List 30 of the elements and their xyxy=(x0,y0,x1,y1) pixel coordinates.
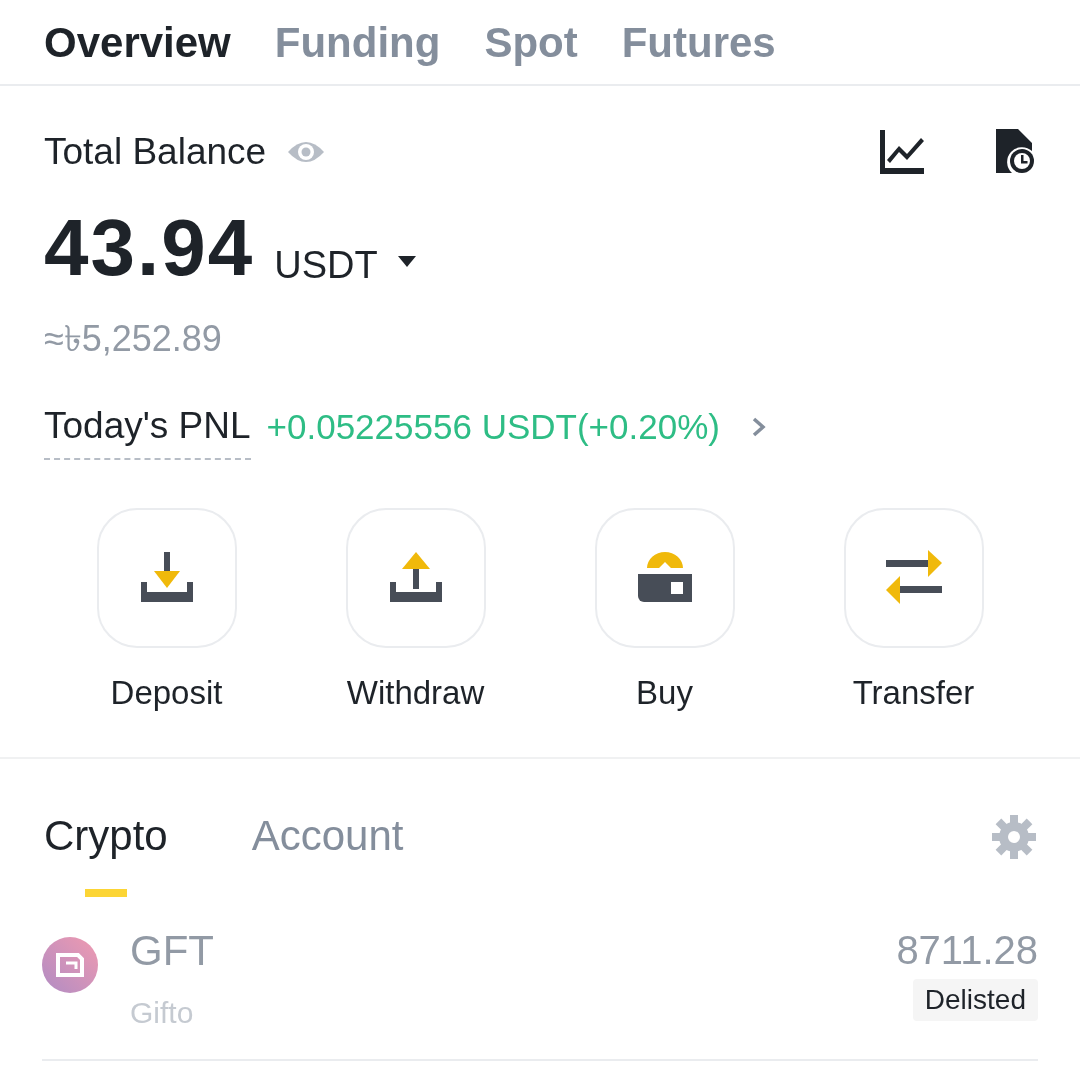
coin-symbol: GFT xyxy=(130,926,214,976)
action-label: Transfer xyxy=(852,672,975,713)
balance-amount: 43.94 xyxy=(44,208,255,288)
pnl-value: +0.05225556 USDT(+0.20%) xyxy=(266,405,720,448)
asset-tab[interactable]: Account xyxy=(251,815,404,897)
top-tab[interactable]: Futures xyxy=(621,10,776,74)
pnl-label[interactable]: Today's PNL xyxy=(44,398,251,460)
action-label: Buy xyxy=(636,672,693,713)
coin-amount: 8711.28 xyxy=(896,927,1038,974)
caret-icon[interactable] xyxy=(397,256,416,268)
transfer-icon xyxy=(883,549,944,606)
top-tab[interactable]: Spot xyxy=(484,10,578,74)
coin-name: Gifto xyxy=(130,994,195,1031)
action-button[interactable] xyxy=(843,507,984,648)
action-button[interactable] xyxy=(345,507,486,648)
action-button[interactable] xyxy=(96,507,237,648)
top-tab[interactable]: Overview xyxy=(44,10,231,74)
asset-tab[interactable]: Crypto xyxy=(44,815,168,897)
action-label: Deposit xyxy=(110,672,223,713)
action-button[interactable] xyxy=(594,507,735,648)
total-balance-label: Total Balance xyxy=(44,130,267,175)
line-chart-icon[interactable] xyxy=(880,130,924,174)
fiat-value: ≈৳5,252.89 xyxy=(44,317,222,361)
top-tab[interactable]: Funding xyxy=(274,10,441,74)
currency-label: USDT xyxy=(274,246,378,284)
document-clock-icon[interactable] xyxy=(996,129,1036,175)
status-badge: Delisted xyxy=(912,979,1038,1021)
action-label: Withdraw xyxy=(346,672,485,713)
chevron-right-icon[interactable] xyxy=(751,416,766,437)
coin-logo-icon xyxy=(42,937,98,993)
